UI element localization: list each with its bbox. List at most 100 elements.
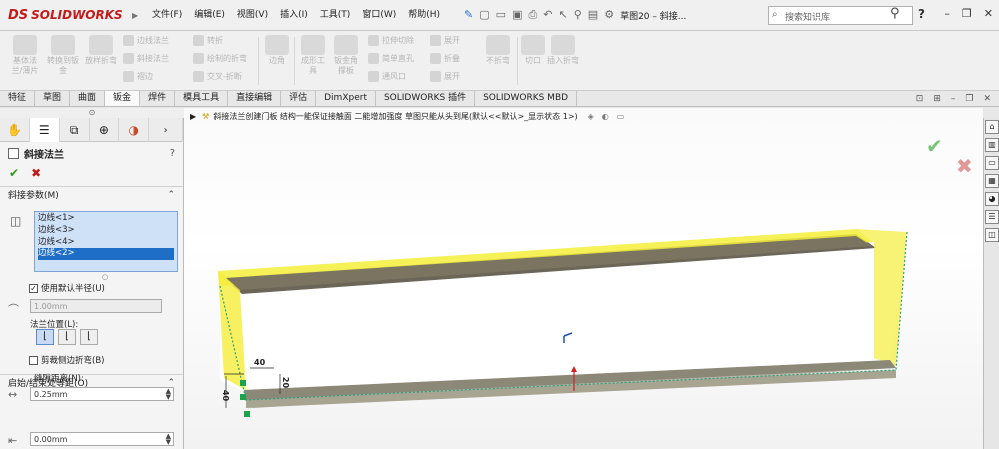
insert-bends-button[interactable]: 插入折弯 (547, 35, 579, 66)
convert-sheetmetal-button[interactable]: 转换到钣金 (46, 35, 80, 76)
display-manager-tab-icon[interactable]: ◑ (119, 118, 150, 142)
rip-button[interactable]: 切口 (521, 35, 545, 66)
bend-outside-icon[interactable]: ⌊ (80, 329, 98, 345)
fold-button[interactable]: 折叠 (430, 53, 460, 64)
dimension-handle[interactable] (240, 380, 246, 386)
view-palette-icon[interactable]: ▦ (985, 174, 999, 188)
help-icon[interactable]: ? (170, 148, 175, 159)
dimension-handle[interactable] (240, 394, 246, 400)
rebuild-icon[interactable]: ⚲ (574, 8, 582, 22)
jog-button[interactable]: 转折 (193, 35, 223, 46)
open-icon[interactable]: ▭ (496, 8, 506, 22)
tabs-scroll-icon[interactable]: › (149, 118, 184, 142)
use-default-radius-checkbox[interactable]: ✓ 使用默认半径(U) (29, 282, 105, 294)
menu-tools[interactable]: 工具(T) (314, 0, 357, 31)
ok-button[interactable]: ✔ (9, 166, 19, 180)
search-button-icon[interactable]: ⚲ (890, 6, 900, 21)
list-item[interactable]: 边线<3> (38, 225, 174, 237)
menu-insert[interactable]: 插入(I) (274, 0, 314, 31)
pin-icon[interactable]: ✎ (464, 8, 473, 22)
close-icon[interactable]: ✕ (984, 7, 993, 20)
dimension-label[interactable]: 20 (281, 377, 290, 388)
panel-splitter[interactable]: ⊙ (0, 108, 184, 118)
chevron-right-icon[interactable]: ▶ (132, 11, 144, 20)
forming-tool-button[interactable]: 成形工具 (298, 35, 328, 76)
spinner-icon[interactable]: ▲ ▼ (166, 433, 171, 446)
edge-flange-button[interactable]: 边线法兰 (123, 35, 169, 46)
tab-dimxpert[interactable]: DimXpert (316, 91, 376, 106)
appearances-icon[interactable]: ◕ (985, 192, 999, 206)
gap-distance-field[interactable]: 0.25mm ▲ ▼ (30, 387, 174, 401)
list-item[interactable]: 边线<1> (38, 213, 174, 225)
options-gear-icon[interactable]: ⚙ (604, 8, 614, 22)
tab-sketch[interactable]: 草图 (35, 91, 71, 106)
trim-side-bends-checkbox[interactable]: 剪裁侧边折弯(B) (29, 354, 104, 366)
tab-mbd[interactable]: SOLIDWORKS MBD (475, 91, 578, 106)
gusset-button[interactable]: 钣金角撑板 (331, 35, 361, 76)
cancel-button[interactable]: ✖ (31, 166, 41, 180)
tab-direct-editing[interactable]: 直接编辑 (228, 91, 282, 106)
spinner-icon[interactable]: ▲ ▼ (166, 388, 171, 401)
file-props-icon[interactable]: ▤ (588, 8, 598, 22)
file-explorer-icon[interactable]: ▭ (985, 156, 999, 170)
chevron-up-icon[interactable]: ⌃ (167, 378, 175, 388)
tab-sheet-metal[interactable]: 钣金 (105, 91, 141, 106)
property-manager-tab-icon[interactable]: ☰ (29, 118, 60, 142)
forum-icon[interactable]: ◫ (985, 228, 999, 242)
dimension-label[interactable]: 40 (254, 358, 265, 367)
sketched-bend-button[interactable]: 绘制的折弯 (193, 53, 247, 64)
design-library-icon[interactable]: ▥ (985, 138, 999, 152)
start-offset-field[interactable]: 0.00mm ▲ ▼ (30, 432, 174, 446)
home-icon[interactable]: ⌂ (985, 120, 999, 134)
custom-properties-icon[interactable]: ☰ (985, 210, 999, 224)
tab-mold-tools[interactable]: 模具工具 (175, 91, 229, 106)
menu-view[interactable]: 视图(V) (231, 0, 274, 31)
save-icon[interactable]: ▣ (512, 8, 522, 22)
material-outside-icon[interactable]: ⌊ (58, 329, 76, 345)
tab-weldments[interactable]: 焊件 (140, 91, 176, 106)
material-inside-icon[interactable]: ⌊ (36, 329, 54, 345)
menu-file[interactable]: 文件(F) (146, 0, 188, 31)
feature-tree-tab-icon[interactable]: ✋ (0, 118, 30, 142)
dimension-handle[interactable] (244, 411, 250, 417)
menu-edit[interactable]: 编辑(E) (188, 0, 231, 31)
list-item[interactable]: 边线<4> (38, 237, 174, 249)
simple-hole-button[interactable]: 简单直孔 (368, 53, 414, 64)
help-button[interactable]: ? (918, 7, 925, 21)
unfold-button[interactable]: 展开 (430, 35, 460, 46)
tab-features[interactable]: 特征 (0, 91, 36, 106)
config-manager-tab-icon[interactable]: ⧉ (60, 118, 90, 142)
restore-icon[interactable]: ❐ (962, 7, 972, 20)
cross-break-button[interactable]: 交叉-折断 (193, 71, 242, 82)
select-icon[interactable]: ↖ (559, 8, 568, 22)
miter-flange-button[interactable]: 斜接法兰 (123, 53, 169, 64)
lofted-bend-button[interactable]: 放样折弯 (84, 35, 118, 66)
minimize-icon[interactable]: – (944, 7, 950, 20)
solidworks-logo[interactable]: DS SOLIDWORKS (0, 0, 132, 31)
undo-icon[interactable]: ↶ (543, 8, 552, 22)
dimension-label[interactable]: 40 (221, 390, 230, 401)
corners-button[interactable]: 边角 (264, 35, 290, 66)
expand-panel-icon[interactable]: ⊞ (933, 94, 941, 104)
list-item-selected[interactable]: 边线<2> (38, 248, 174, 261)
tab-evaluate[interactable]: 评估 (281, 91, 317, 106)
menu-help[interactable]: 帮助(H) (402, 0, 446, 31)
vent-button[interactable]: 通风口 (368, 71, 406, 82)
tab-surfaces[interactable]: 曲面 (70, 91, 106, 106)
new-doc-icon[interactable]: ▢ (479, 8, 489, 22)
doc-close-icon[interactable]: ✕ (983, 94, 991, 104)
extruded-cut-button[interactable]: 拉伸切除 (368, 35, 414, 46)
hem-button[interactable]: 褶边 (123, 71, 153, 82)
chevron-up-icon[interactable]: ⌃ (167, 190, 175, 200)
base-flange-button[interactable]: 基体法兰/薄片 (8, 35, 42, 76)
bend-radius-field[interactable]: 1.00mm (30, 299, 162, 313)
doc-restore-icon[interactable]: ❐ (965, 94, 973, 104)
section-miter-params[interactable]: 斜接参数(M) ⌃ (0, 186, 183, 202)
flatten-button[interactable]: 展开 (430, 71, 460, 82)
graphics-area[interactable]: ▶ ⚒ 斜接法兰创建门板 结构一能保证接触面 二能增加强度 草图只能从头到尾(默… (184, 108, 983, 449)
collapse-panel-icon[interactable]: ⊡ (916, 94, 924, 104)
print-icon[interactable]: ⎙ (528, 8, 537, 22)
no-bends-button[interactable]: 不折弯 (482, 35, 514, 66)
edge-selection-list[interactable]: 边线<1> 边线<3> 边线<4> 边线<2> (34, 211, 178, 272)
menu-window[interactable]: 窗口(W) (356, 0, 402, 31)
